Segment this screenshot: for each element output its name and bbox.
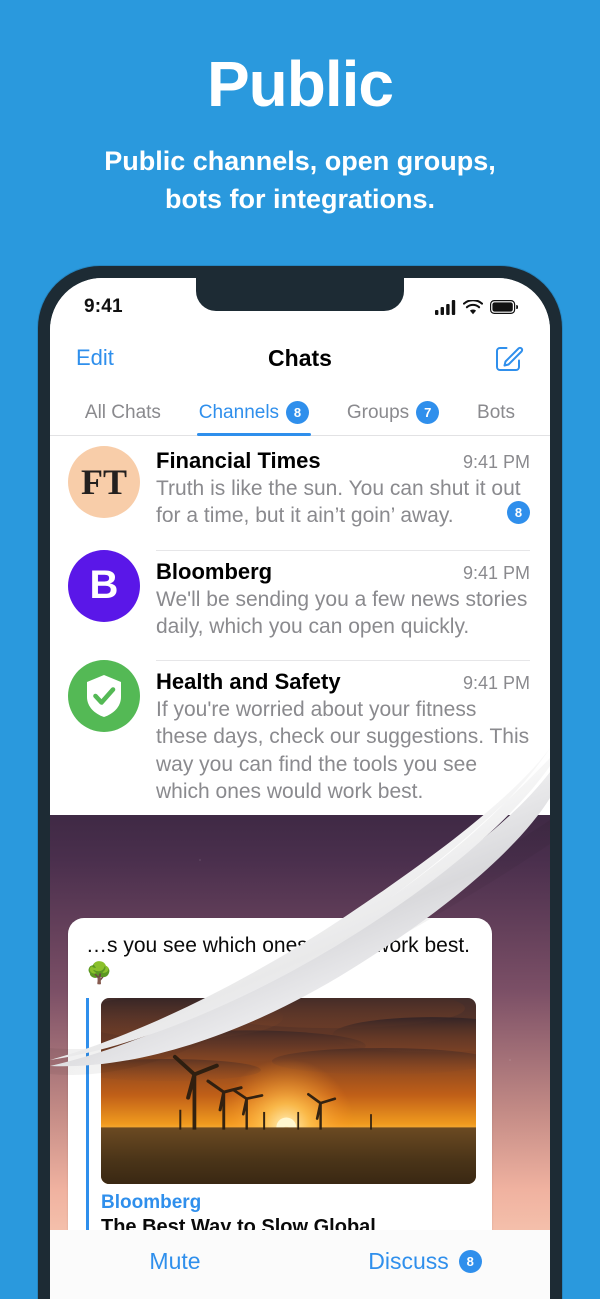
tab-channels-badge: 8 [286,401,310,424]
bottom-action-bar: Mute Discuss 8 [50,1230,550,1299]
message-text: …s you see which ones would work best. 🌳 [86,934,471,985]
chat-row-body: Bloomberg 9:41 PM We'll be sending you a… [156,549,530,641]
page-title: Chats [268,344,332,371]
mute-button[interactable]: Mute [50,1248,300,1275]
wifi-icon [463,299,483,314]
tab-channels[interactable]: Channels 8 [196,386,312,436]
avatar: B [68,549,140,622]
tab-groups[interactable]: Groups 7 [346,386,440,435]
tab-bots-label: Bots [477,401,516,423]
promo-subtitle-line-1: Public channels, open groups, [104,146,496,176]
tab-groups-label: Groups [346,401,410,423]
list-item[interactable]: FT Financial Times 9:41 PM Truth is like… [50,436,550,540]
chat-timestamp: 9:41 PM [462,673,530,694]
chat-row-body: Financial Times 9:41 PM Truth is like th… [156,446,530,530]
chat-row-header: Financial Times 9:41 PM [156,448,530,474]
discuss-label: Discuss [368,1248,449,1274]
phone-frame: 9:41 Edit Chats All Chats Channels 8 Gro… [38,266,562,1299]
chat-preview-text: If you're worried about your fitness the… [156,698,530,804]
article-image [101,997,476,1184]
avatar [68,660,140,733]
tab-channels-label: Channels [198,401,280,423]
chat-name: Bloomberg [156,558,273,584]
article-source[interactable]: Bloomberg [101,1192,476,1214]
phone-notch [196,278,404,311]
promo-header: Public Public channels, open groups, bot… [0,0,600,219]
chat-row-header: Bloomberg 9:41 PM [156,559,530,585]
tab-bots[interactable]: Bots [477,386,515,435]
shield-check-icon [87,675,121,718]
promo-subtitle-line-2: bots for integrations. [165,184,435,215]
edit-button[interactable]: Edit [76,345,114,371]
tab-groups-badge: 7 [416,401,440,424]
chat-preview-text: Truth is like the sun. You can shut it o… [156,477,521,528]
status-bar-icons [435,299,518,315]
tab-all-chats[interactable]: All Chats [85,386,161,435]
list-item[interactable]: Health and Safety 9:41 PM If you're worr… [50,650,550,815]
chat-timestamp: 9:41 PM [462,562,530,583]
list-item[interactable]: B Bloomberg 9:41 PM We'll be sending you… [50,540,550,651]
tab-all-chats-label: All Chats [84,401,161,423]
battery-icon [490,300,518,314]
status-bar-clock: 9:41 [84,296,123,317]
discuss-button[interactable]: Discuss 8 [300,1248,550,1275]
signal-bars-icon [435,299,456,315]
chat-row-body: Health and Safety 9:41 PM If you're worr… [156,660,530,805]
mute-label: Mute [149,1248,201,1274]
chat-row-header: Health and Safety 9:41 PM [156,669,530,695]
promo-title: Public [206,48,394,120]
compose-icon[interactable] [494,343,524,373]
discuss-badge: 8 [458,1250,482,1273]
chat-list: FT Financial Times 9:41 PM Truth is like… [50,436,550,816]
phone-screen: 9:41 Edit Chats All Chats Channels 8 Gro… [50,278,550,1299]
chat-filter-tabs: All Chats Channels 8 Groups 7 Bots [50,386,550,436]
avatar: FT [68,446,140,518]
promo-subtitle: Public channels, open groups, bots for i… [0,142,600,219]
navigation-bar: Edit Chats [50,330,550,386]
chat-name: Financial Times [156,448,321,473]
unread-badge: 8 [507,500,530,524]
chat-name: Health and Safety [156,669,341,695]
chat-preview-text: We'll be sending you a few news stories … [156,587,528,638]
chat-timestamp: 9:41 PM [462,452,530,472]
